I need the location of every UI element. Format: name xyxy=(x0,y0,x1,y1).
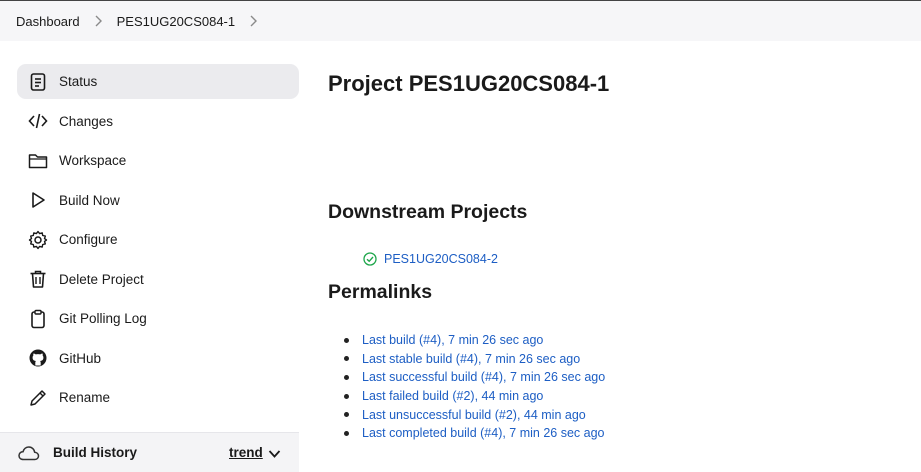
sidebar-item-workspace[interactable]: Workspace xyxy=(17,143,299,178)
sidebar-item-label: Status xyxy=(59,74,98,89)
sidebar-item-label: Git Polling Log xyxy=(59,311,147,326)
bullet xyxy=(344,356,349,362)
gear-icon xyxy=(27,229,49,251)
permalink-last-successful-build[interactable]: Last successful build (#4), 7 min 26 sec… xyxy=(362,370,605,384)
breadcrumb: Dashboard PES1UG20CS084-1 xyxy=(0,0,921,41)
downstream-project-link[interactable]: PES1UG20CS084-2 xyxy=(384,252,498,266)
bullet xyxy=(344,393,349,399)
bullet xyxy=(344,374,349,380)
build-history-panel: Build History trend xyxy=(0,432,299,472)
bullet xyxy=(344,412,349,418)
bullet xyxy=(344,337,349,343)
permalink-last-failed-build[interactable]: Last failed build (#2), 44 min ago xyxy=(362,389,543,403)
build-history-title: Build History xyxy=(53,445,138,460)
success-check-icon xyxy=(363,252,377,266)
clipboard-icon xyxy=(27,308,49,330)
sidebar-item-rename[interactable]: Rename xyxy=(17,380,299,415)
downstream-project-item: PES1UG20CS084-2 xyxy=(363,252,498,266)
list-item: Last successful build (#4), 7 min 26 sec… xyxy=(344,368,605,387)
sidebar-item-label: GitHub xyxy=(59,350,102,366)
permalink-last-completed-build[interactable]: Last completed build (#4), 7 min 26 sec … xyxy=(362,426,605,440)
permalink-last-stable-build[interactable]: Last stable build (#4), 7 min 26 sec ago xyxy=(362,352,580,366)
breadcrumb-project[interactable]: PES1UG20CS084-1 xyxy=(117,14,236,29)
list-item: Last completed build (#4), 7 min 26 sec … xyxy=(344,424,605,443)
list-item: Last failed build (#2), 44 min ago xyxy=(344,387,605,406)
list-item: Last unsuccessful build (#2), 44 min ago xyxy=(344,405,605,424)
sidebar: Status Changes Workspace Build Now Confi… xyxy=(17,64,299,420)
chevron-down-icon[interactable] xyxy=(268,447,281,458)
code-icon xyxy=(27,110,49,132)
sidebar-item-label: Build Now xyxy=(59,192,120,208)
bullet xyxy=(344,430,349,436)
sidebar-item-changes[interactable]: Changes xyxy=(17,104,299,139)
trash-icon xyxy=(27,268,49,290)
pencil-icon xyxy=(27,387,49,409)
play-icon xyxy=(27,189,49,211)
status-icon xyxy=(27,71,49,93)
permalink-last-unsuccessful-build[interactable]: Last unsuccessful build (#2), 44 min ago xyxy=(362,408,586,422)
sidebar-item-label: Configure xyxy=(59,232,118,247)
downstream-projects-heading: Downstream Projects xyxy=(328,201,528,223)
cloud-icon xyxy=(17,443,41,463)
github-icon xyxy=(27,347,49,369)
permalink-last-build[interactable]: Last build (#4), 7 min 26 sec ago xyxy=(362,333,543,347)
sidebar-item-label: Rename xyxy=(59,390,111,405)
sidebar-item-status[interactable]: Status xyxy=(17,64,299,99)
sidebar-item-label: Workspace xyxy=(59,153,127,168)
sidebar-item-label: Changes xyxy=(59,113,114,129)
sidebar-item-configure[interactable]: Configure xyxy=(17,222,299,257)
sidebar-item-git-polling-log[interactable]: Git Polling Log xyxy=(17,301,299,336)
sidebar-item-github[interactable]: GitHub xyxy=(17,341,299,376)
sidebar-item-delete-project[interactable]: Delete Project xyxy=(17,262,299,297)
breadcrumb-dashboard[interactable]: Dashboard xyxy=(16,14,80,29)
permalinks-heading: Permalinks xyxy=(328,281,433,303)
permalinks-list: Last build (#4), 7 min 26 sec ago Last s… xyxy=(344,331,605,443)
sidebar-item-build-now[interactable]: Build Now xyxy=(17,183,299,218)
sidebar-item-label: Delete Project xyxy=(59,271,144,287)
chevron-right-icon xyxy=(94,15,103,27)
list-item: Last stable build (#4), 7 min 26 sec ago xyxy=(344,350,605,369)
chevron-right-icon[interactable] xyxy=(249,15,258,27)
page-title: Project PES1UG20CS084-1 xyxy=(328,71,610,96)
trend-link[interactable]: trend xyxy=(229,445,263,460)
folder-icon xyxy=(27,150,49,172)
list-item: Last build (#4), 7 min 26 sec ago xyxy=(344,331,605,350)
